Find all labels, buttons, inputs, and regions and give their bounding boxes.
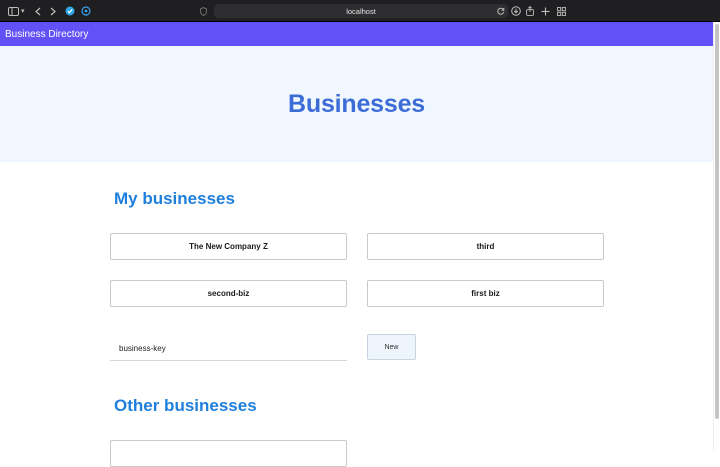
back-icon[interactable] [35,3,41,19]
business-card[interactable]: first biz [367,280,604,307]
chevron-down-icon[interactable]: ▾ [21,3,25,19]
new-business-button[interactable]: New [367,334,416,360]
page-scrollbar[interactable] [713,22,720,450]
page-title: Businesses [288,89,425,118]
app-title[interactable]: Business Directory [5,29,88,40]
other-businesses-heading: Other businesses [114,396,257,415]
hero-banner: Businesses [0,46,713,162]
business-card[interactable]: third [367,233,604,260]
url-text: localhost [346,6,376,16]
business-card[interactable]: The New Company Z [110,233,347,260]
app-bar: Business Directory [0,22,713,46]
download-icon[interactable] [511,3,521,19]
browser-toolbar: ▾ localhost [0,0,720,22]
scrollbar-thumb[interactable] [715,24,719,419]
extension-icon[interactable] [65,3,75,19]
business-name: first biz [471,289,500,298]
business-card[interactable]: second-biz [110,280,347,307]
business-key-input[interactable] [110,336,347,361]
tabs-overview-icon[interactable] [557,3,566,19]
forward-icon[interactable] [50,3,56,19]
address-bar[interactable]: localhost [214,4,508,18]
shield-icon [200,3,207,19]
business-card[interactable] [110,440,347,467]
business-name: second-biz [207,289,250,298]
share-icon[interactable] [526,3,534,19]
reload-icon[interactable] [497,3,505,19]
sidebar-icon[interactable] [8,3,19,19]
business-name: The New Company Z [189,242,268,251]
new-tab-icon[interactable] [541,3,550,19]
extension-icon[interactable] [81,3,91,19]
my-businesses-heading: My businesses [114,189,235,208]
business-name: third [476,242,495,251]
